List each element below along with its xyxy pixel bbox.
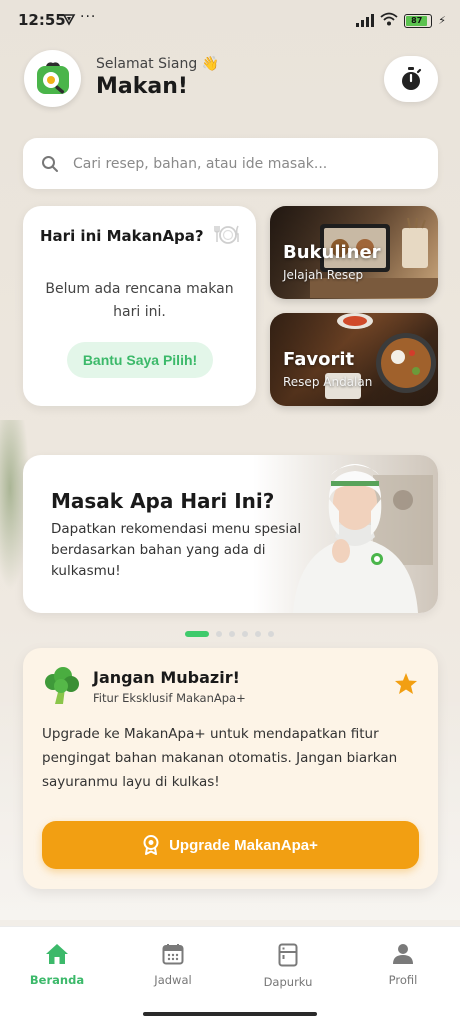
charging-icon: ⚡ [438,14,446,27]
search-bar[interactable] [23,138,438,189]
carousel-dot[interactable] [255,631,261,637]
bottom-navigation: Beranda Jadwal Dapurku Profil [0,926,460,1024]
banner-title: Masak Apa Hari Ini? [51,489,275,513]
nav-item-jadwal[interactable]: Jadwal [133,943,213,987]
upgrade-card: Jangan Mubazir! Fitur Eksklusif MakanApa… [23,648,438,889]
carousel-dot[interactable] [268,631,274,637]
search-input[interactable] [73,155,403,172]
signal-icon [356,14,375,27]
status-more-dots: ··· [80,9,97,25]
battery-icon: 87 [404,13,433,28]
plate-cutlery-icon [214,224,240,249]
search-icon [42,155,58,172]
greeting-text: Selamat Siang 👋 [96,56,220,72]
app-logo[interactable] [24,50,81,107]
tile-bukuliner[interactable]: Bukuliner Jelajah Resep [270,206,438,299]
app-logo-icon [36,61,69,94]
timer-button[interactable] [384,56,438,102]
nav-label: Dapurku [263,975,313,989]
today-plan-card: Hari ini MakanApa? Belum ada rencana mak… [23,206,256,406]
carousel-dot[interactable] [185,631,209,637]
tile-favorit[interactable]: Favorit Resep Andalan [270,313,438,406]
upgrade-subtitle: Fitur Eksklusif MakanApa+ [93,691,246,705]
nav-item-dapurku[interactable]: Dapurku [248,943,328,989]
page-title: Makan! [96,74,188,99]
nav-item-profil[interactable]: Profil [363,943,443,987]
upgrade-description: Upgrade ke MakanApa+ untuk mendapatkan f… [42,726,398,790]
nav-label: Jadwal [154,973,192,987]
home-indicator [143,1012,317,1016]
status-bar: 12:55 ··· 87 ⚡ [0,0,460,40]
upgrade-title: Jangan Mubazir! [93,668,240,687]
today-empty-message: Belum ada rencana makan hari ini. [45,281,234,320]
tile-favorit-subtitle: Resep Andalan [283,375,373,389]
broccoli-icon [41,666,81,710]
home-icon [46,944,68,964]
fridge-icon [278,943,298,967]
help-me-choose-button[interactable]: Bantu Saya Pilih! [67,342,213,378]
carousel-indicator [185,631,274,637]
star-icon [394,672,418,699]
status-icons: 87 ⚡ [356,11,446,30]
person-icon [393,944,413,964]
status-time: 12:55 [18,11,66,29]
recommendation-banner[interactable]: Masak Apa Hari Ini? Dapatkan rekomendasi… [23,455,438,613]
nav-label: Profil [388,973,418,987]
upgrade-button-label: Upgrade MakanApa+ [169,836,318,854]
banner-description: Dapatkan rekomendasi menu spesial berdas… [51,521,302,579]
carousel-dot[interactable] [229,631,235,637]
carousel-dot[interactable] [216,631,222,637]
nav-item-beranda[interactable]: Beranda [17,943,97,987]
calendar-icon [162,944,184,965]
today-card-title: Hari ini MakanApa? [40,227,204,245]
tile-bukuliner-title: Bukuliner [283,242,381,263]
vpn-icon [62,12,76,30]
stopwatch-icon [402,67,422,90]
badge-icon [143,835,159,855]
tile-bukuliner-subtitle: Jelajah Resep [283,268,364,282]
carousel-dot[interactable] [242,631,248,637]
nav-label: Beranda [29,973,85,987]
tile-favorit-title: Favorit [283,349,355,370]
battery-level: 87 [406,15,428,26]
upgrade-button[interactable]: Upgrade MakanApa+ [42,821,419,869]
wifi-icon [380,11,398,30]
